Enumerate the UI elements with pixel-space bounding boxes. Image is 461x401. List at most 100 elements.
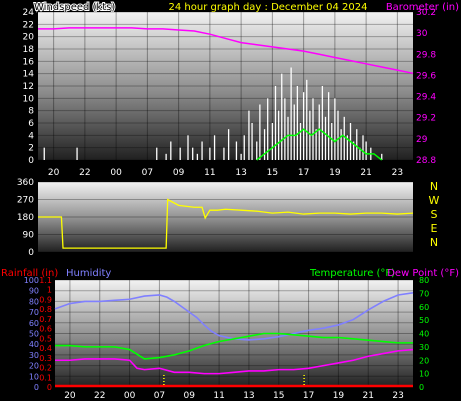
wind-y-tick-label: 14 <box>23 70 35 80</box>
direction-panel: 090180270360 NWSEN <box>17 178 440 258</box>
humidity-y-tick-label: 60 <box>29 319 39 328</box>
wind-barometer-panel: 024681012141618202224 28.82929.229.429.6… <box>23 8 437 178</box>
temperature-y-tick-label: 20 <box>419 356 429 365</box>
humidity-y-tick-label: 30 <box>29 351 39 360</box>
humidity-x-tick-label: 17 <box>303 391 314 401</box>
wind-x-tick-label: 20 <box>48 168 60 178</box>
humidity-y-tick-label: 70 <box>29 308 39 317</box>
wind-y-tick-label: 16 <box>23 57 35 67</box>
barometer-y-tick-label: 30 <box>416 29 428 39</box>
wind-y-ticks: 024681012141618202224 <box>23 8 35 166</box>
temperature-y-tick-label: 0 <box>419 383 424 392</box>
temperature-y-tick-label: 80 <box>419 276 429 285</box>
barometer-y-tick-label: 29 <box>416 135 428 145</box>
rainfall-y-tick-label: 0.9 <box>39 295 52 304</box>
rainfall-y-tick-label: 0.2 <box>39 364 52 373</box>
wind-x-tick-label: 15 <box>267 168 278 178</box>
direction-y-tick-label: 360 <box>17 178 34 188</box>
humidity-y-ticks: 0102030405060708090100 <box>24 276 39 392</box>
direction-y-tick-label: 270 <box>17 196 34 206</box>
wind-y-tick-label: 2 <box>28 144 34 154</box>
rainfall-y-tick-label: 0.7 <box>39 315 52 324</box>
compass-label: N <box>430 180 438 193</box>
direction-y-tick-label: 90 <box>23 231 35 241</box>
wind-x-tick-label: 22 <box>79 168 90 178</box>
temperature-axis-title: Temperature (°F) <box>309 268 395 279</box>
barometer-y-ticks: 28.8 29 29.2 29.4 29.6 29.8 30 30.2 <box>416 8 436 166</box>
wind-x-tick-label: 00 <box>110 168 122 178</box>
compass-label: S <box>431 208 438 221</box>
barometer-y-tick-label: 30.2 <box>416 8 436 18</box>
humidity-y-tick-label: 40 <box>29 340 39 349</box>
humidity-x-tick-label: 00 <box>124 391 136 401</box>
barometer-y-tick-label: 29.4 <box>416 93 436 103</box>
wind-y-tick-label: 20 <box>23 33 35 43</box>
compass-labels: NWSEN <box>429 180 440 249</box>
wind-y-tick-label: 22 <box>23 20 34 30</box>
wind-x-tick-label: 19 <box>329 168 341 178</box>
rainfall-y-tick-label: 1.1 <box>39 276 52 285</box>
humidity-x-tick-label: 23 <box>392 391 403 401</box>
temperature-y-tick-label: 70 <box>419 289 429 298</box>
temperature-y-tick-label: 40 <box>419 330 429 339</box>
humidity-x-tick-label: 07 <box>154 391 165 401</box>
barometer-y-tick-label: 28.8 <box>416 156 436 166</box>
compass-label: E <box>431 222 438 235</box>
wind-x-tick-label: 13 <box>235 168 246 178</box>
direction-y-ticks: 0 90 180 270 360 <box>17 178 34 258</box>
barometer-y-tick-label: 29.8 <box>416 50 436 60</box>
wind-y-tick-label: 10 <box>23 94 35 104</box>
graph-title: 24 hour graph day : December 04 2024 <box>169 2 368 13</box>
humidity-y-tick-label: 0 <box>34 383 39 392</box>
humidity-y-tick-label: 80 <box>29 297 39 306</box>
compass-label: W <box>429 194 440 207</box>
humidity-temperature-panel: 00.10.20.30.40.50.60.70.80.911.1 0102030… <box>24 276 429 401</box>
humidity-x-ticks: 20 22 00 07 09 11 13 15 17 19 21 23 <box>64 391 404 401</box>
humidity-axis-title: Humidity <box>66 268 111 279</box>
wind-x-tick-label: 23 <box>392 168 403 178</box>
humidity-x-tick-label: 20 <box>64 391 76 401</box>
rainfall-y-tick-label: 0 <box>47 383 52 392</box>
wind-x-tick-label: 21 <box>360 168 371 178</box>
windspeed-axis-title: Windspeed (kts) <box>34 2 115 13</box>
humidity-x-tick-label: 21 <box>363 391 374 401</box>
humidity-x-tick-label: 13 <box>243 391 254 401</box>
humidity-y-tick-label: 20 <box>29 362 39 371</box>
rainfall-y-tick-label: 0.3 <box>39 354 52 363</box>
wind-y-tick-label: 4 <box>28 131 34 141</box>
humidity-x-tick-label: 22 <box>94 391 105 401</box>
wind-y-tick-label: 18 <box>23 45 35 55</box>
wind-x-tick-label: 09 <box>173 168 185 178</box>
rainfall-y-ticks: 00.10.20.30.40.50.60.70.80.911.1 <box>39 276 52 392</box>
rainfall-y-tick-label: 1 <box>47 286 52 295</box>
weather-graph: Windspeed (kts) 24 hour graph day : Dece… <box>1 1 459 401</box>
barometer-y-tick-label: 29.2 <box>416 114 436 124</box>
humidity-x-tick-label: 11 <box>213 391 224 401</box>
rainfall-y-tick-label: 0.5 <box>39 334 52 343</box>
wind-y-tick-label: 6 <box>28 119 34 129</box>
rainfall-y-tick-label: 0.8 <box>39 305 52 314</box>
rainfall-y-tick-label: 0.1 <box>39 373 52 382</box>
compass-label: N <box>430 236 438 249</box>
humidity-y-tick-label: 90 <box>29 287 39 296</box>
humidity-x-tick-label: 19 <box>333 391 345 401</box>
wind-y-tick-label: 0 <box>28 156 34 166</box>
humidity-x-tick-label: 15 <box>273 391 284 401</box>
temperature-y-tick-label: 60 <box>419 303 429 312</box>
temperature-y-tick-label: 10 <box>419 370 429 379</box>
wind-y-tick-label: 8 <box>28 107 34 117</box>
wind-y-tick-label: 24 <box>23 8 35 18</box>
direction-y-tick-label: 0 <box>28 248 34 258</box>
rainfall-y-tick-label: 0.6 <box>39 325 52 334</box>
temperature-y-tick-label: 30 <box>419 343 429 352</box>
humidity-y-tick-label: 10 <box>29 372 39 381</box>
wind-x-ticks: 20 22 00 07 09 11 13 15 17 19 21 23 <box>48 168 403 178</box>
humidity-x-tick-label: 09 <box>184 391 196 401</box>
wind-x-tick-label: 11 <box>204 168 215 178</box>
temperature-y-ticks: 0 10 20 30 40 50 60 70 80 <box>419 276 429 392</box>
wind-x-tick-label: 07 <box>142 168 153 178</box>
direction-y-tick-label: 180 <box>17 213 34 223</box>
wind-y-tick-label: 12 <box>23 82 34 92</box>
barometer-y-tick-label: 29.6 <box>416 71 436 81</box>
humidity-y-tick-label: 100 <box>24 276 39 285</box>
